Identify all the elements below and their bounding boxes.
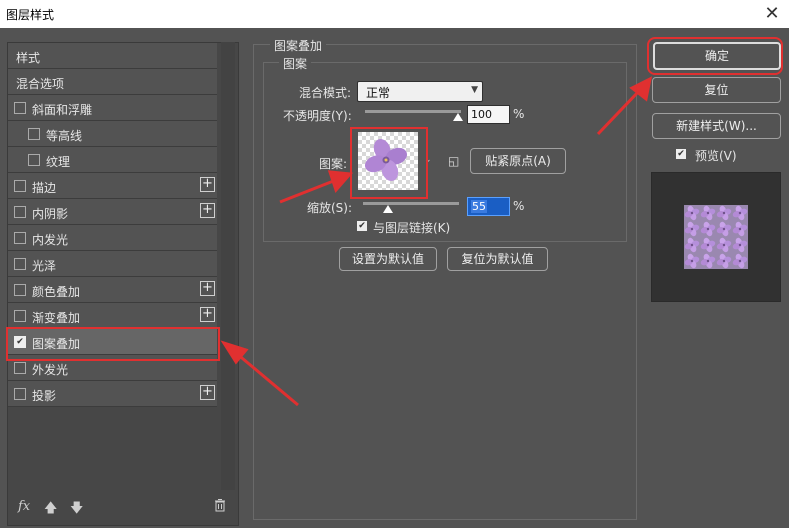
annotation-arrow-1 — [235, 351, 299, 407]
annotation-arrow-2-head — [327, 170, 354, 193]
annotation-arrow-3 — [596, 88, 642, 136]
annotation-arrows — [220, 76, 653, 407]
annotation-arrow-2 — [279, 178, 337, 204]
